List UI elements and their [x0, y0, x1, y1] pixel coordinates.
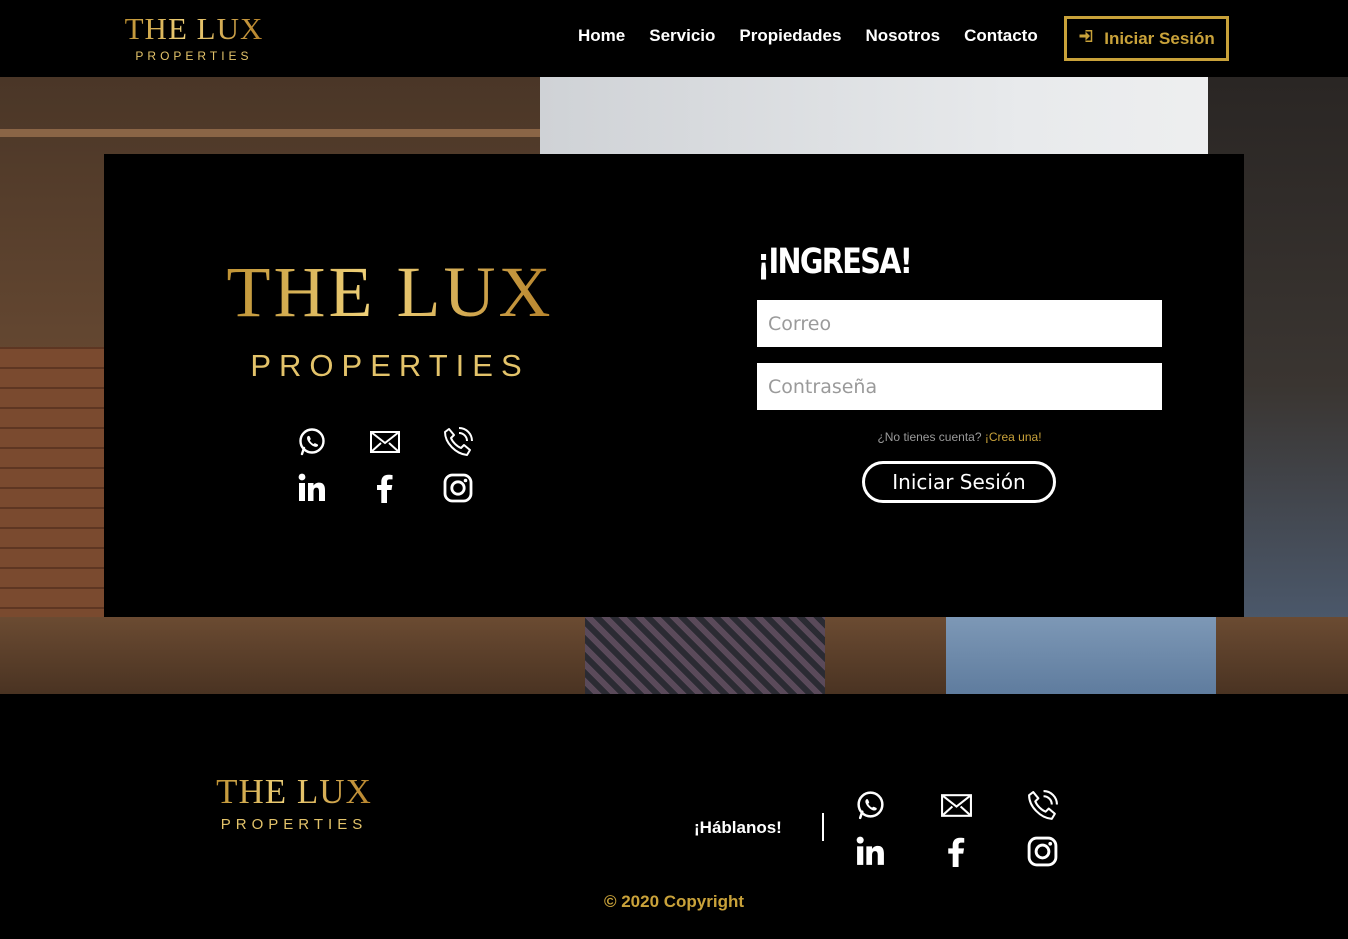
sign-in-icon [1078, 27, 1096, 50]
no-account-text: ¿No tienes cuenta? [877, 430, 982, 444]
instagram-icon[interactable] [440, 472, 476, 504]
top-navbar: THE LUX PROPERTIES Home Servicio Propied… [0, 0, 1348, 77]
card-social-icons [294, 426, 476, 504]
email-input[interactable] [757, 300, 1162, 347]
nav-contacto[interactable]: Contacto [964, 26, 1038, 46]
mail-icon[interactable] [938, 788, 974, 822]
nav-home[interactable]: Home [578, 26, 625, 46]
footer-divider [822, 813, 824, 841]
login-card: THE LUX PROPERTIES ¡INGRESA! ¿No tienes … [104, 154, 1244, 617]
footer-social-icons [852, 788, 1060, 868]
signup-prompt: ¿No tienes cuenta? ¡Crea una! [757, 430, 1162, 444]
header-login-button[interactable]: Iniciar Sesión [1064, 16, 1229, 61]
password-input[interactable] [757, 363, 1162, 410]
instagram-icon[interactable] [1024, 834, 1060, 868]
footer-brand-name: THE LUX [206, 774, 382, 809]
login-title: ¡INGRESA! [757, 242, 913, 282]
mail-icon[interactable] [367, 426, 403, 458]
card-brand-logo: THE LUX PROPERTIES [204, 256, 576, 381]
phone-icon[interactable] [1024, 788, 1060, 822]
card-brand-name: THE LUX [204, 256, 576, 328]
brand-tagline: PROPERTIES [135, 49, 253, 63]
facebook-icon[interactable] [367, 472, 403, 504]
footer-brand-tagline: PROPERTIES [220, 816, 368, 833]
nav-nosotros[interactable]: Nosotros [865, 26, 940, 46]
login-submit-button[interactable]: Iniciar Sesión [862, 461, 1056, 503]
brand-logo[interactable]: THE LUX PROPERTIES [118, 13, 270, 62]
nav-servicio[interactable]: Servicio [649, 26, 715, 46]
linkedin-icon[interactable] [294, 472, 330, 504]
footer: THE LUX PROPERTIES ¡Háblanos! © 2020 Cop… [0, 694, 1348, 939]
contact-label: ¡Háblanos! [694, 818, 782, 837]
copyright-text: © 2020 Copyright [603, 892, 745, 911]
nav-propiedades[interactable]: Propiedades [739, 26, 841, 46]
create-account-link[interactable]: ¡Crea una! [985, 430, 1042, 444]
phone-icon[interactable] [440, 426, 476, 458]
facebook-icon[interactable] [938, 834, 974, 868]
card-brand-tagline: PROPERTIES [250, 348, 530, 383]
header-login-label: Iniciar Sesión [1104, 28, 1215, 48]
linkedin-icon[interactable] [852, 834, 888, 868]
footer-brand-logo[interactable]: THE LUX PROPERTIES [206, 774, 382, 832]
whatsapp-icon[interactable] [852, 788, 888, 822]
main-nav: Home Servicio Propiedades Nosotros Conta… [578, 26, 1062, 46]
whatsapp-icon[interactable] [294, 426, 330, 458]
brand-name: THE LUX [118, 13, 270, 44]
